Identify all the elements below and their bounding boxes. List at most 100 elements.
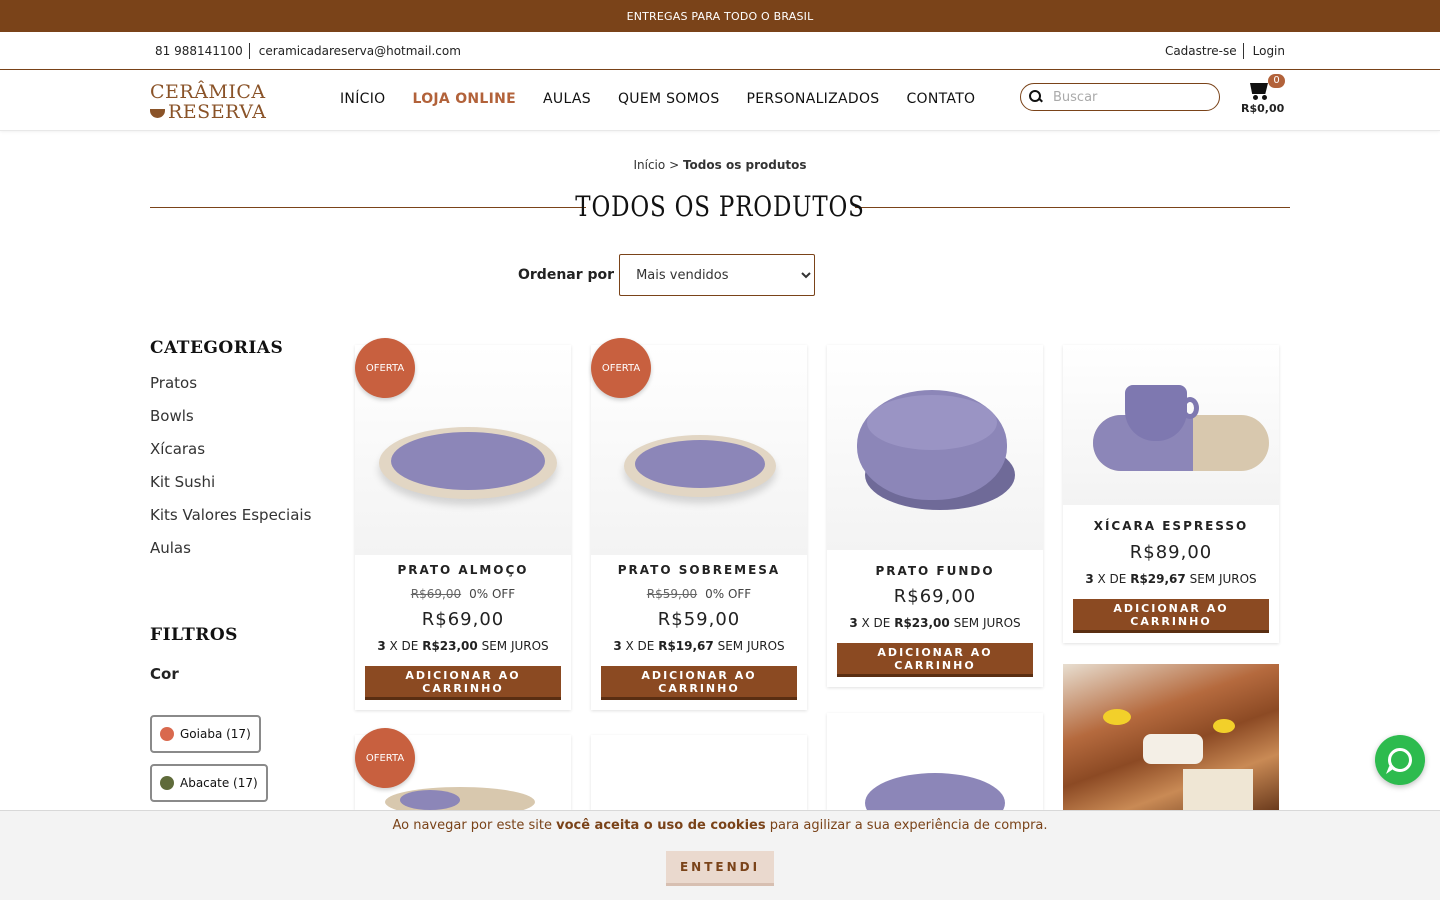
installments-mid: X DE: [861, 616, 891, 630]
category-list: Pratos Bowls Xícaras Kit Sushi Kits Valo…: [150, 374, 311, 572]
categories-title: CATEGORIAS: [150, 338, 284, 358]
product-card-row2-2[interactable]: [591, 735, 807, 810]
product-card-row2-3[interactable]: [827, 713, 1043, 833]
contact-bar: 81 988141100 ceramicadareserva@hotmail.c…: [0, 32, 1440, 70]
installments-suffix: SEM JUROS: [953, 616, 1021, 630]
add-to-cart-button[interactable]: ADICIONAR AO CARRINHO: [837, 643, 1033, 677]
installment-value: R$23,00: [894, 616, 950, 630]
cookie-message: Ao navegar por este site você aceita o u…: [0, 818, 1440, 833]
page-title-row: TODOS OS PRODUTOS: [150, 190, 1290, 224]
discount-label: 0% OFF: [705, 587, 752, 601]
divider: [1242, 43, 1244, 59]
nav-item-contato[interactable]: CONTATO: [906, 91, 975, 107]
color-filter-abacate[interactable]: Abacate (17): [150, 764, 268, 802]
nav-item-aulas[interactable]: AULAS: [543, 91, 591, 107]
product-card-prato-fundo[interactable]: PRATO FUNDO R$69,00 3 X DE R$23,00 SEM J…: [827, 345, 1043, 687]
whatsapp-button[interactable]: [1375, 735, 1425, 785]
phone-number[interactable]: 81 988141100: [155, 44, 243, 58]
logo-line-2: RESERVA: [150, 102, 266, 122]
product-image[interactable]: [827, 345, 1043, 550]
category-item-xicaras[interactable]: Xícaras: [150, 440, 311, 473]
product-image[interactable]: [1063, 345, 1279, 505]
logo-line-2-text: RESERVA: [168, 101, 267, 123]
product-card-prato-sobremesa[interactable]: PRATO SOBREMESA R$59,00 0% OFF R$59,00 3 …: [591, 345, 807, 710]
product-card-xicara-espresso[interactable]: XÍCARA ESPRESSO R$89,00 3 X DE R$29,67 S…: [1063, 345, 1279, 643]
sidebar-filters: FILTROS Cor: [150, 625, 238, 683]
product-installments: 3 X DE R$29,67 SEM JUROS: [1063, 572, 1279, 586]
cookie-banner: Ao navegar por este site você aceita o u…: [0, 810, 1440, 900]
swatch-icon: [160, 727, 174, 741]
product-price: R$69,00: [421, 609, 505, 630]
account-links: Cadastre-se Login: [1165, 43, 1285, 59]
main-menu: INÍCIO LOJA ONLINE AULAS QUEM SOMOS PERS…: [340, 91, 1002, 107]
main-header: CERÂMICA RESERVA INÍCIO LOJA ONLINE AULA…: [0, 70, 1440, 131]
sidebar-categories: CATEGORIAS Pratos Bowls Xícaras Kit Sush…: [150, 338, 311, 572]
product-installments: 3 X DE R$23,00 SEM JUROS: [355, 639, 571, 653]
product-price: R$69,00: [893, 586, 977, 607]
installments-count: 3: [1085, 572, 1094, 586]
breadcrumb: Início > Todos os produtos: [0, 158, 1440, 172]
nav-item-personalizados[interactable]: PERSONALIZADOS: [747, 91, 880, 107]
swatch-icon: [160, 776, 174, 790]
product-name[interactable]: PRATO SOBREMESA: [591, 563, 807, 577]
product-installments: 3 X DE R$19,67 SEM JUROS: [591, 639, 807, 653]
product-old-price: R$69,00 0% OFF: [355, 587, 571, 601]
old-price-value: R$59,00: [646, 587, 698, 601]
promo-banner-image[interactable]: [1063, 664, 1279, 810]
logo-line-1: CERÂMICA: [150, 81, 266, 103]
nav-item-quem-somos[interactable]: QUEM SOMOS: [618, 91, 720, 107]
category-item-aulas[interactable]: Aulas: [150, 539, 311, 572]
installments-count: 3: [613, 639, 622, 653]
page-title: TODOS OS PRODUTOS: [575, 190, 865, 223]
cart-icon[interactable]: [1248, 80, 1270, 100]
product-name[interactable]: XÍCARA ESPRESSO: [1063, 519, 1279, 533]
category-item-kits-valores-especiais[interactable]: Kits Valores Especiais: [150, 506, 311, 539]
add-to-cart-button[interactable]: ADICIONAR AO CARRINHO: [601, 666, 797, 700]
product-name[interactable]: PRATO ALMOÇO: [355, 563, 571, 577]
sort-select[interactable]: Mais vendidos: [619, 254, 816, 296]
installment-value: R$23,00: [422, 639, 478, 653]
cart-count-badge: 0: [1268, 74, 1285, 88]
cart-widget[interactable]: 0 R$0,00: [1240, 74, 1285, 118]
nav-item-inicio[interactable]: INÍCIO: [340, 91, 385, 107]
accept-cookies-button[interactable]: ENTENDI: [666, 851, 774, 886]
email-address[interactable]: ceramicadareserva@hotmail.com: [259, 44, 461, 58]
color-filter-label: Cor: [150, 665, 179, 683]
sale-badge: OFERTA: [591, 338, 651, 398]
installments-suffix: SEM JUROS: [1189, 572, 1257, 586]
site-logo[interactable]: CERÂMICA RESERVA: [150, 82, 266, 122]
product-name[interactable]: PRATO FUNDO: [827, 564, 1043, 578]
login-link[interactable]: Login: [1253, 44, 1285, 58]
installments-suffix: SEM JUROS: [481, 639, 549, 653]
add-to-cart-button[interactable]: ADICIONAR AO CARRINHO: [1073, 599, 1269, 633]
breadcrumb-current: Todos os produtos: [682, 158, 807, 172]
contact-info: 81 988141100 ceramicadareserva@hotmail.c…: [155, 43, 461, 59]
installment-value: R$19,67: [658, 639, 714, 653]
cookie-message-bold: você aceita o uso de cookies: [556, 818, 766, 833]
category-item-kit-sushi[interactable]: Kit Sushi: [150, 473, 311, 506]
search-input[interactable]: [1053, 89, 1203, 105]
color-filter-label-abacate: Abacate (17): [180, 776, 258, 790]
old-price-value: R$69,00: [410, 587, 462, 601]
add-to-cart-button[interactable]: ADICIONAR AO CARRINHO: [365, 666, 561, 700]
category-item-pratos[interactable]: Pratos: [150, 374, 311, 407]
cookie-message-prefix: Ao navegar por este site: [392, 818, 557, 833]
color-filter-goiaba[interactable]: Goiaba (17): [150, 715, 261, 753]
product-old-price: R$59,00 0% OFF: [591, 587, 807, 601]
installment-value: R$29,67: [1130, 572, 1186, 586]
installments-mid: X DE: [389, 639, 419, 653]
search-icon[interactable]: [1029, 90, 1043, 104]
breadcrumb-separator: >: [669, 158, 680, 172]
installments-mid: X DE: [625, 639, 655, 653]
category-item-bowls[interactable]: Bowls: [150, 407, 311, 440]
product-card-prato-almoco[interactable]: PRATO ALMOÇO R$69,00 0% OFF R$69,00 3 X D…: [355, 345, 571, 710]
product-installments: 3 X DE R$23,00 SEM JUROS: [827, 616, 1043, 630]
register-link[interactable]: Cadastre-se: [1165, 44, 1237, 58]
nav-item-loja-online[interactable]: LOJA ONLINE: [412, 91, 516, 107]
announcement-bar: ENTREGAS PARA TODO O BRASIL: [0, 0, 1440, 32]
installments-suffix: SEM JUROS: [717, 639, 785, 653]
cookie-message-suffix: para agilizar a sua experiência de compr…: [765, 818, 1048, 833]
sale-badge: OFERTA: [355, 338, 415, 398]
breadcrumb-home[interactable]: Início: [633, 158, 665, 172]
sort-control: Ordenar por Mais vendidos: [518, 254, 816, 296]
